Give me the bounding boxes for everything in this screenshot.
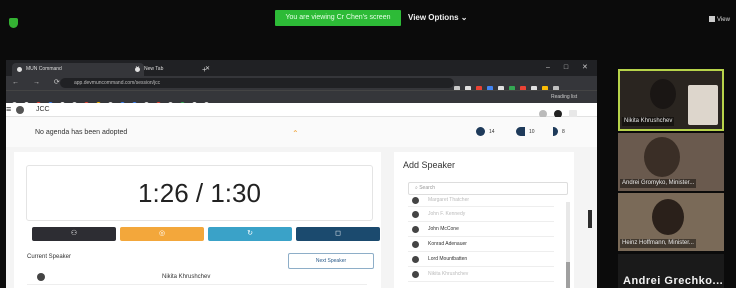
participant-name: Andrei Grechko... [623,275,724,287]
speaker-name: John McCone [428,226,459,232]
current-speaker-label: Current Speaker [27,254,72,260]
participant-video-tile[interactable]: Heinz Hoffmann, Minister... [618,193,724,251]
country-flag-icon [412,256,419,263]
agenda-text: No agenda has been adopted [35,129,128,136]
participant-video [650,79,676,109]
participant-video-tile-active[interactable]: Nikita Khrushchev [618,69,724,131]
quorum-count-value: 8 [562,129,565,135]
security-shield-icon[interactable] [9,18,18,28]
committee-logo-icon [16,106,24,114]
view-button-label: View [717,17,730,23]
stop-button[interactable]: ◻ [296,227,380,241]
speaker-list-item[interactable]: Nikita Khrushchev [408,267,554,282]
tab-label: MUN Command [26,66,62,72]
speaker-list-item[interactable]: Lord Mountbatten [408,252,554,267]
browser-address-bar: ← → ⟳ ⌂ app.devmuncommand.com/session/jc… [6,76,597,92]
country-flag-icon [412,226,419,233]
country-flag-icon [412,211,419,218]
speaker-list-item[interactable]: John F. Kennedy [408,207,554,222]
speaker-list-item[interactable]: Konrad Adenauer [408,237,554,252]
app-header: ≡ JCC [6,103,597,118]
window-controls[interactable]: ‒ □ ✕ [546,63,594,73]
majority-count: 10 [516,127,535,137]
browser-tab-active[interactable]: MUN Command ✕ [12,63,144,76]
tab-favicon-icon [135,67,140,72]
speakers-list-button[interactable]: ⚇ [32,227,116,241]
reset-button[interactable]: ↻ [208,227,292,241]
country-flag-icon [412,197,419,204]
menu-icon[interactable]: ≡ [6,103,11,116]
participant-name: Andrei Gromyko, Minister... [620,179,697,188]
scrollbar-thumb[interactable] [566,262,570,288]
timer-box: 1:26 / 1:30 [26,165,373,221]
reading-list-button[interactable]: Reading list [551,93,577,101]
participant-video [652,199,684,235]
present-count-value: 14 [489,129,495,135]
country-flag-icon [412,271,419,278]
panel-resize-handle[interactable] [588,210,592,228]
quorum-count: 8 [553,127,565,137]
participant-name: Heinz Hoffmann, Minister... [620,239,696,248]
speaker-name: Margaret Thatcher [428,197,470,203]
committee-name: JCC [36,106,50,113]
background-window [688,85,718,125]
bookmarks-bar: Reading list [6,90,597,107]
tab-favicon-icon [17,67,22,72]
url-field[interactable]: app.devmuncommand.com/session/jcc [60,78,454,88]
agenda-bar: No agenda has been adopted ⌃ 14 10 8 [6,117,597,147]
view-options-label: View Options [408,13,459,22]
present-icon [476,127,485,137]
majority-icon [516,127,525,137]
participant-tile-no-video[interactable]: Andrei Grechko... [618,254,724,288]
add-speaker-title: Add Speaker [403,160,456,170]
participant-video-tile[interactable]: Andrei Gromyko, Minister... [618,133,724,191]
country-flag-icon [37,273,45,281]
present-count: 14 [476,127,495,137]
speaker-name: Konrad Adenauer [428,241,467,247]
quorum-icon [553,127,558,137]
majority-count-value: 10 [529,129,535,135]
speakers-timer-card: 1:26 / 1:30 ⚇ ◎ ↻ ◻ Current Speaker Next… [14,152,381,288]
speaker-list-item[interactable]: John McCone [408,222,554,237]
pause-icon: ◎ [158,230,166,237]
chevron-up-icon[interactable]: ⌃ [292,129,299,138]
people-icon: ⚇ [70,230,78,237]
shared-screen: MUN Command ✕ New Tab ✕ + ‒ □ ✕ ← → ⟳ ⌂ … [6,60,597,288]
viewing-screen-banner: You are viewing Cr Chen's screen [275,10,401,26]
chevron-down-icon: ⌄ [460,13,468,22]
browser-tab-bar: MUN Command ✕ New Tab ✕ + ‒ □ ✕ [6,60,597,76]
country-flag-icon [412,241,419,248]
add-speaker-panel: Add Speaker ⌕ Search Margaret Thatcher J… [394,152,574,288]
next-speaker-button[interactable]: Next Speaker [288,253,374,269]
zoom-top-bar: You are viewing Cr Chen's screen View Op… [0,0,736,30]
search-placeholder: Search [419,185,436,191]
view-button[interactable]: View [709,15,736,25]
view-options-button[interactable]: View Options ⌄ [408,10,484,26]
grid-view-icon [709,16,715,23]
reset-icon: ↻ [247,230,253,237]
timer-display: 1:26 / 1:30 [138,178,261,208]
current-speaker-name: Nikita Khrushchev [162,274,211,280]
speaker-name: Lord Mountbatten [428,256,468,262]
pause-button[interactable]: ◎ [120,227,204,241]
participant-video [644,137,680,177]
current-speaker-row: Nikita Khrushchev [27,270,367,285]
speaker-search-input[interactable]: ⌕ Search [408,182,568,195]
tab-label: New Tab [144,66,164,72]
speaker-name: Nikita Khrushchev [428,271,469,277]
speaker-name: John F. Kennedy [428,211,466,217]
participant-name: Nikita Khrushchev [622,117,675,126]
extension-icons[interactable] [454,79,564,92]
speaker-list-item[interactable]: Margaret Thatcher [408,196,554,207]
new-tab-button[interactable]: + [202,63,207,76]
stop-icon: ◻ [335,230,341,237]
